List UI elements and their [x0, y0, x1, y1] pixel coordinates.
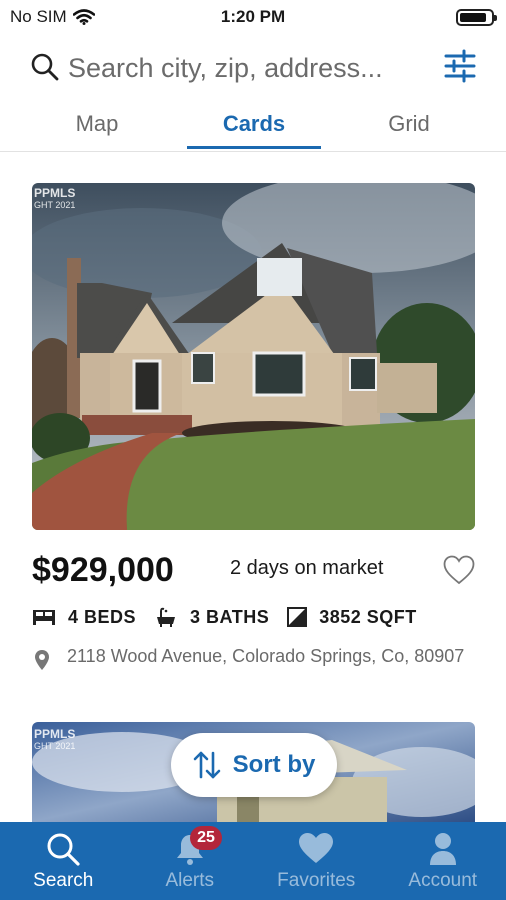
- heart-outline-icon[interactable]: [443, 555, 475, 585]
- person-icon: [429, 833, 456, 865]
- nav-search-label: Search: [33, 870, 94, 891]
- listing-facts: 4 BEDS 3 BATHS 3852 SQFT: [32, 603, 475, 631]
- baths-fact: 3 BATHS: [154, 607, 269, 628]
- search-icon: [31, 53, 59, 81]
- search-bar: [0, 44, 506, 92]
- mls-watermark: PPMLS GHT 2021: [34, 187, 75, 211]
- watermark-copyright: GHT 2021: [34, 200, 76, 210]
- tab-map[interactable]: Map: [30, 100, 164, 151]
- sqft-fact: 3852 SQFT: [287, 607, 417, 628]
- location-pin-icon: [35, 650, 49, 670]
- area-icon: [287, 607, 308, 627]
- sqft-label: 3852 SQFT: [319, 606, 417, 627]
- price-row: $929,000 2 days on market: [32, 551, 475, 591]
- sort-button[interactable]: Sort by: [171, 733, 337, 797]
- bathtub-icon: [157, 607, 176, 627]
- status-bar: No SIM 1:20 PM: [0, 0, 506, 34]
- listing-photo[interactable]: PPMLS GHT 2021: [32, 183, 475, 530]
- watermark-copyright-2: GHT 2021: [34, 741, 76, 751]
- mls-watermark-2: PPMLS GHT 2021: [34, 728, 75, 752]
- bed-icon: [33, 610, 55, 625]
- house-photo: [32, 183, 475, 530]
- beds-fact: 4 BEDS: [32, 607, 136, 628]
- view-tabs: Map Cards Grid: [0, 100, 506, 152]
- watermark-logo-text-2: PPMLS: [34, 727, 76, 741]
- nav-search[interactable]: Search: [0, 822, 127, 900]
- listing-card[interactable]: PPMLS GHT 2021 $929,000 2 days on market…: [32, 183, 475, 670]
- listing-price: $929,000: [32, 551, 174, 589]
- nav-alerts-label: Alerts: [165, 870, 215, 891]
- nav-favorites[interactable]: Favorites: [253, 822, 380, 900]
- tab-grid[interactable]: Grid: [342, 100, 476, 151]
- status-time: 1:20 PM: [220, 7, 286, 26]
- search-input[interactable]: [68, 48, 428, 88]
- sort-button-label: Sort by: [232, 751, 316, 778]
- battery-icon: [456, 9, 497, 26]
- battery-level: [460, 13, 486, 22]
- tab-cards[interactable]: Cards: [187, 100, 321, 151]
- sort-arrows-icon: [193, 751, 220, 779]
- listing-address: 2118 Wood Avenue, Colorado Springs, Co, …: [67, 646, 465, 666]
- nav-favorites-label: Favorites: [277, 870, 356, 891]
- nav-account-label: Account: [408, 870, 478, 891]
- nav-account[interactable]: Account: [380, 822, 506, 900]
- search-icon: [47, 833, 80, 866]
- bottom-nav: Search Alerts Favorites Account: [0, 822, 506, 900]
- days-on-market: 2 days on market: [230, 557, 384, 579]
- baths-label: 3 BATHS: [190, 606, 270, 627]
- alerts-badge: 25: [190, 826, 222, 850]
- active-tab-indicator: [187, 146, 321, 149]
- beds-label: 4 BEDS: [68, 606, 137, 627]
- heart-icon: [299, 833, 334, 863]
- filter-sliders-icon[interactable]: [444, 48, 476, 84]
- watermark-logo-text: PPMLS: [34, 186, 76, 200]
